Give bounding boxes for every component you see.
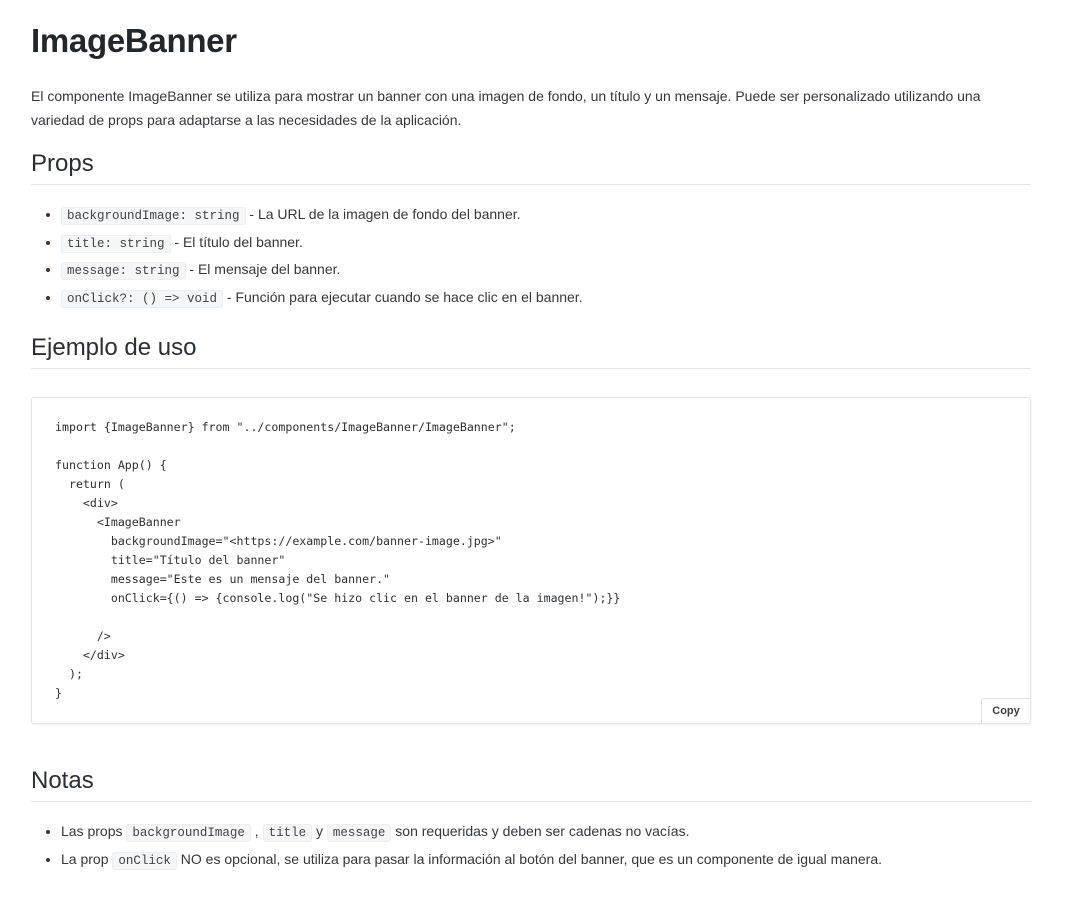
- list-item: title: string - El título del banner.: [61, 229, 583, 257]
- notes-list: Las props backgroundImage , title y mess…: [31, 818, 882, 873]
- list-item: Las props backgroundImage , title y mess…: [61, 818, 882, 846]
- code-block: import {ImageBanner} from "../components…: [31, 397, 1031, 724]
- prop-signature: title: string: [61, 234, 171, 253]
- props-list: backgroundImage: string - La URL de la i…: [31, 201, 583, 311]
- example-heading: Ejemplo de uso: [31, 334, 1031, 369]
- code-snippet[interactable]: import {ImageBanner} from "../components…: [55, 418, 620, 703]
- prop-description: - La URL de la imagen de fondo del banne…: [245, 206, 521, 222]
- note-text: La prop: [61, 850, 113, 867]
- note-text: ,: [250, 823, 263, 839]
- prop-signature: backgroundImage: string: [61, 207, 246, 225]
- inline-code: message: [326, 824, 392, 842]
- prop-description: - El mensaje del banner.: [185, 261, 341, 278]
- inline-code: backgroundImage: [126, 824, 251, 842]
- list-item: onClick?: () => void - Función para ejec…: [61, 284, 583, 312]
- prop-description: - El título del banner.: [170, 233, 303, 250]
- prop-description: - Función para ejecutar cuando se hace c…: [223, 288, 583, 305]
- list-item: backgroundImage: string - La URL de la i…: [61, 201, 583, 229]
- note-text: Las props: [61, 823, 127, 839]
- notes-heading: Notas: [31, 767, 1031, 802]
- copy-button[interactable]: Copy: [981, 698, 1031, 724]
- list-item: message: string - El mensaje del banner.: [61, 256, 583, 284]
- note-text: NO es opcional, se utiliza para pasar la…: [176, 850, 882, 867]
- note-text: y: [312, 823, 327, 839]
- page-title: ImageBanner: [31, 22, 237, 59]
- list-item: La prop onClick NO es opcional, se utili…: [61, 846, 882, 874]
- prop-signature: message: string: [61, 262, 186, 281]
- note-text: son requeridas y deben ser cadenas no va…: [391, 823, 690, 839]
- props-heading: Props: [31, 150, 1031, 185]
- inline-code: onClick: [112, 851, 177, 870]
- inline-code: title: [262, 824, 313, 842]
- intro-paragraph: El componente ImageBanner se utiliza par…: [31, 88, 981, 128]
- prop-signature: onClick?: () => void: [61, 289, 224, 308]
